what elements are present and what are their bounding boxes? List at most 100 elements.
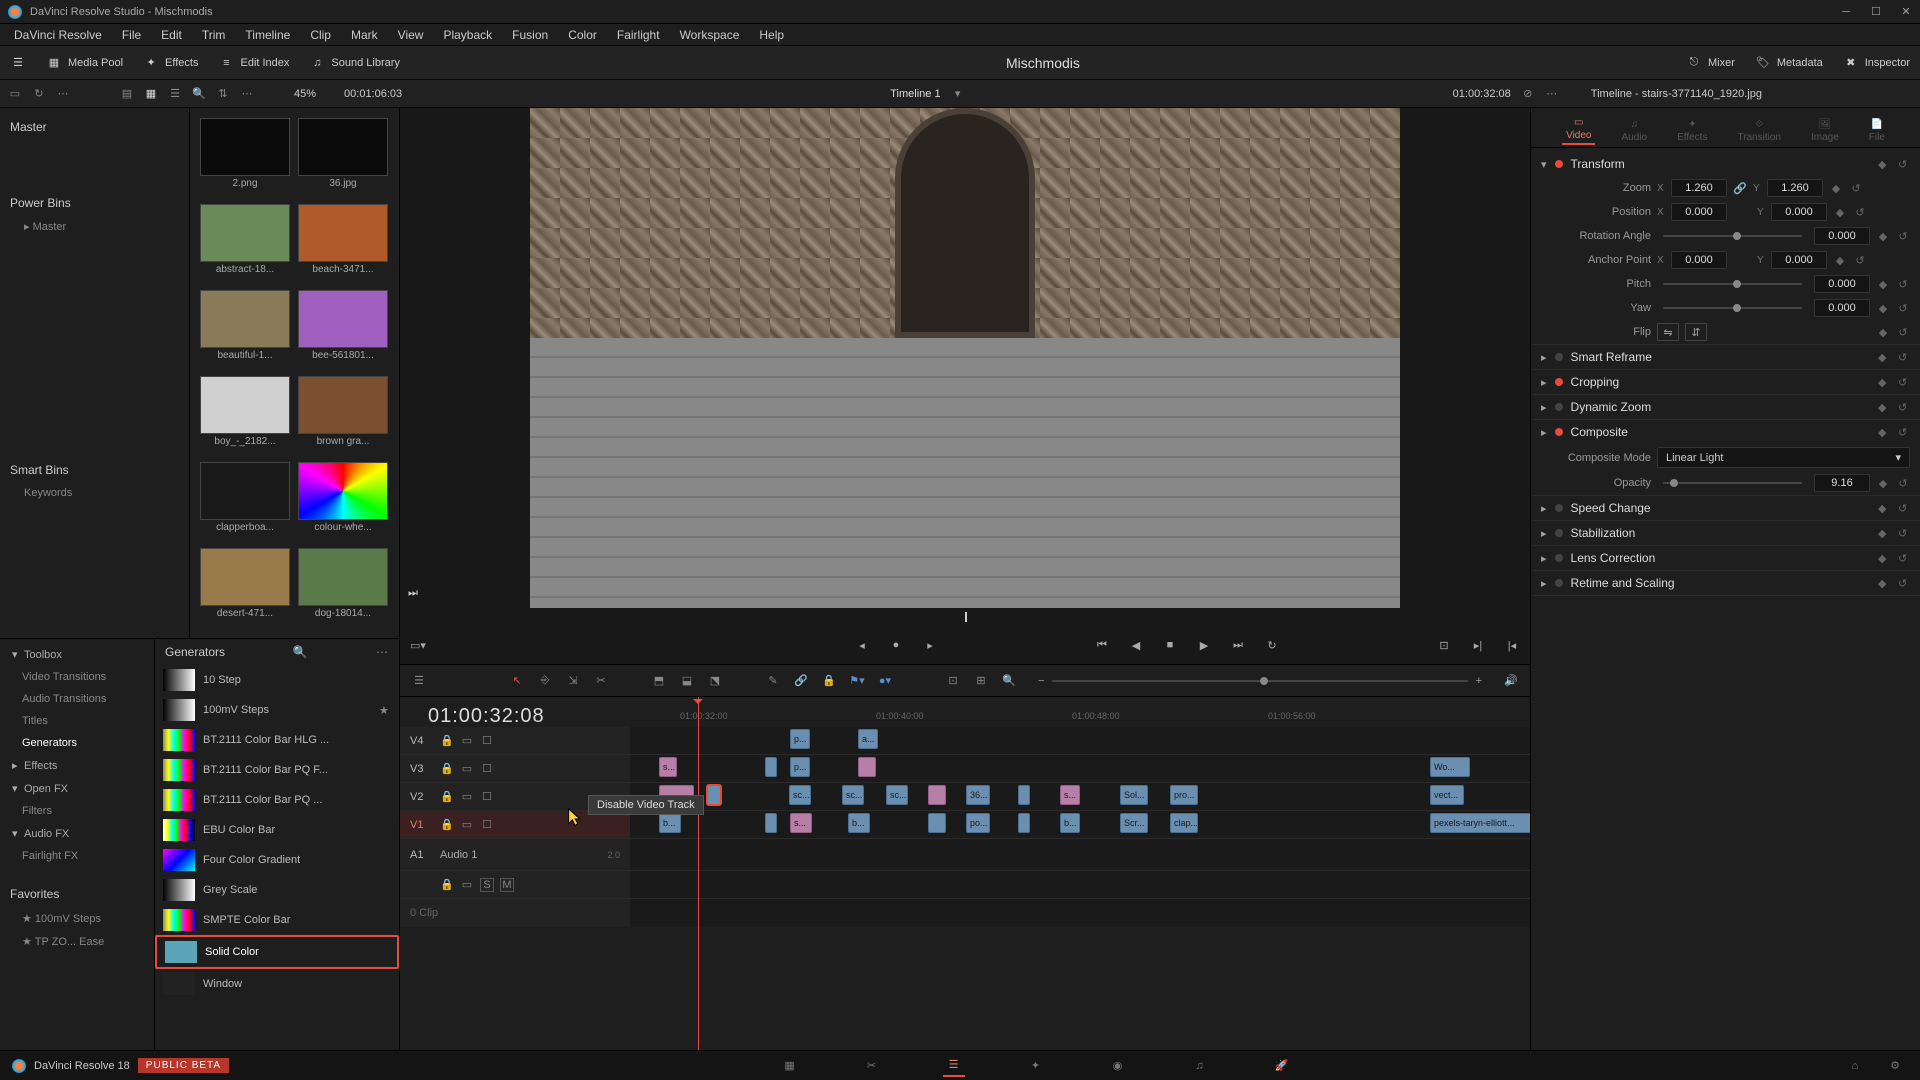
keyframe-icon[interactable]: ◆ bbox=[1878, 351, 1890, 363]
section-header[interactable]: ▸Stabilization◆↺ bbox=[1531, 521, 1920, 545]
generator-item[interactable]: Four Color Gradient bbox=[155, 845, 399, 875]
clip[interactable]: sc... bbox=[789, 785, 811, 805]
section-header[interactable]: ▸Dynamic Zoom◆↺ bbox=[1531, 395, 1920, 419]
section-header[interactable]: ▸Composite◆↺ bbox=[1531, 420, 1920, 444]
keyframe-icon[interactable]: ◆ bbox=[1876, 229, 1890, 243]
generator-item[interactable]: Solid Color bbox=[155, 935, 399, 969]
first-frame-button[interactable]: ⏮ bbox=[1094, 637, 1110, 653]
auto-select-icon[interactable]: ▭ bbox=[460, 790, 474, 804]
prev-edit-icon[interactable]: ◂ bbox=[854, 637, 870, 653]
chevron-down-icon[interactable]: ▾ bbox=[951, 87, 965, 101]
thumbnail[interactable]: desert-471... bbox=[200, 548, 290, 628]
inspector-tab-transition[interactable]: ⟐Transition bbox=[1733, 117, 1785, 145]
fx-category[interactable]: ▾Audio FX bbox=[0, 822, 154, 845]
clip[interactable] bbox=[858, 757, 876, 777]
track-content[interactable]: sc...sc...sc...36...s...Sol...pro...vect… bbox=[630, 783, 1530, 810]
keyframe-icon[interactable]: ◆ bbox=[1878, 401, 1890, 413]
keyframe-icon[interactable]: ◆ bbox=[1878, 376, 1890, 388]
bin-view-icon[interactable]: ▭ bbox=[8, 87, 22, 101]
pitch-input[interactable]: 0.000 bbox=[1814, 275, 1870, 293]
mixer-button[interactable]: ⎋Mixer bbox=[1676, 51, 1745, 75]
keyframe-icon[interactable]: ◆ bbox=[1878, 158, 1890, 170]
effects-button[interactable]: ✦Effects bbox=[133, 51, 208, 75]
clip[interactable]: vect... bbox=[1430, 785, 1464, 805]
section-header[interactable]: ▸Smart Reframe◆↺ bbox=[1531, 345, 1920, 369]
reload-icon[interactable]: ↻ bbox=[32, 87, 46, 101]
timeline-tc[interactable]: 01:00:32:08 bbox=[1453, 88, 1511, 100]
auto-select-icon[interactable]: ▭ bbox=[460, 734, 474, 748]
favorite-item[interactable]: ★ 100mV Steps bbox=[0, 907, 154, 930]
reset-icon[interactable]: ↺ bbox=[1898, 552, 1910, 564]
reset-icon[interactable]: ↺ bbox=[1896, 277, 1910, 291]
clip[interactable]: b... bbox=[848, 813, 870, 833]
thumbnail[interactable]: bee-561801... bbox=[298, 290, 388, 370]
link-icon[interactable]: 🔗 bbox=[792, 672, 810, 690]
clip[interactable]: s... bbox=[659, 757, 677, 777]
clip[interactable]: p... bbox=[790, 757, 810, 777]
thumbnail[interactable]: dog-18014... bbox=[298, 548, 388, 628]
generator-item[interactable]: 100mV Steps★ bbox=[155, 695, 399, 725]
lock-icon[interactable]: 🔒 bbox=[440, 818, 454, 832]
reset-icon[interactable]: ↺ bbox=[1849, 181, 1863, 195]
smart-bin-keywords[interactable]: Keywords bbox=[0, 483, 189, 503]
list-view-icon[interactable]: ▤ bbox=[120, 87, 134, 101]
deliver-page-button[interactable]: 🚀 bbox=[1271, 1055, 1293, 1077]
star-icon[interactable]: ★ bbox=[379, 704, 391, 717]
edit-index-button[interactable]: ≡Edit Index bbox=[208, 51, 299, 75]
reset-icon[interactable]: ↺ bbox=[1898, 527, 1910, 539]
menu-davinci-resolve[interactable]: DaVinci Resolve bbox=[6, 26, 110, 44]
timeline-ruler[interactable]: 01:00:32:0001:00:40:0001:00:48:0001:00:5… bbox=[630, 701, 1530, 723]
thumbnail[interactable]: 2.png bbox=[200, 118, 290, 198]
clip[interactable]: sc... bbox=[842, 785, 864, 805]
enable-dot-icon[interactable] bbox=[1555, 529, 1563, 537]
trim-tool[interactable]: ⎆ bbox=[536, 672, 554, 690]
lock-icon[interactable]: 🔒 bbox=[440, 734, 454, 748]
disable-track-icon[interactable]: ☐ bbox=[480, 734, 494, 748]
thumbnail[interactable]: colour-whe... bbox=[298, 462, 388, 542]
reset-icon[interactable]: ↺ bbox=[1898, 577, 1910, 589]
last-frame-button[interactable]: ⏭ bbox=[1230, 637, 1246, 653]
search-icon[interactable]: 🔍 bbox=[192, 87, 206, 101]
zoom-out-button[interactable]: − bbox=[1038, 675, 1044, 687]
clip[interactable]: po... bbox=[966, 813, 990, 833]
generator-item[interactable]: BT.2111 Color Bar PQ F... bbox=[155, 755, 399, 785]
step-forward-icon[interactable]: ▸| bbox=[1470, 637, 1486, 653]
menu-playback[interactable]: Playback bbox=[435, 26, 500, 44]
auto-select-icon[interactable]: ▭ bbox=[460, 878, 474, 892]
fx-subcategory[interactable]: Generators bbox=[0, 732, 154, 754]
track-header[interactable]: V3🔒▭☐ bbox=[400, 755, 630, 782]
thumbnail[interactable]: brown gra... bbox=[298, 376, 388, 456]
marker-color-icon[interactable]: ●▾ bbox=[876, 672, 894, 690]
track-content[interactable] bbox=[630, 839, 1530, 870]
menu-fusion[interactable]: Fusion bbox=[504, 26, 556, 44]
clip[interactable] bbox=[1018, 785, 1030, 805]
menu-view[interactable]: View bbox=[390, 26, 432, 44]
viewer-tc[interactable]: 00:01:06:03 bbox=[344, 88, 402, 100]
keyframe-icon[interactable]: ◆ bbox=[1876, 277, 1890, 291]
menu-help[interactable]: Help bbox=[751, 26, 792, 44]
link-icon[interactable]: 🔗 bbox=[1733, 181, 1747, 195]
menu-fairlight[interactable]: Fairlight bbox=[609, 26, 668, 44]
section-header[interactable]: ▸Retime and Scaling◆↺ bbox=[1531, 571, 1920, 595]
menu-mark[interactable]: Mark bbox=[343, 26, 386, 44]
master-bin[interactable]: Master bbox=[0, 114, 189, 140]
media-pool-button[interactable]: ▦Media Pool bbox=[36, 51, 133, 75]
reset-icon[interactable]: ↺ bbox=[1853, 253, 1867, 267]
auto-select-icon[interactable]: ▭ bbox=[460, 818, 474, 832]
keyframe-icon[interactable]: ◆ bbox=[1878, 577, 1890, 589]
viewer-scrubber[interactable] bbox=[400, 608, 1530, 626]
section-header[interactable]: ▸Lens Correction◆↺ bbox=[1531, 546, 1920, 570]
lock-icon[interactable]: 🔒 bbox=[440, 878, 454, 892]
pos-y-input[interactable]: 0.000 bbox=[1771, 203, 1827, 221]
track-header[interactable]: V4🔒▭☐ bbox=[400, 727, 630, 754]
anchor-y-input[interactable]: 0.000 bbox=[1771, 251, 1827, 269]
inspector-tab-image[interactable]: 🖼Image bbox=[1807, 117, 1843, 145]
zoom-fit-icon[interactable]: ⊡ bbox=[944, 672, 962, 690]
playhead[interactable] bbox=[698, 697, 699, 1050]
edit-page-button[interactable]: ☰ bbox=[943, 1055, 965, 1077]
track-header[interactable]: A1Audio 12.0 bbox=[400, 839, 630, 870]
transform-header[interactable]: ▾ Transform ◆ ↺ bbox=[1531, 152, 1920, 176]
hamburger-button[interactable]: ☰ bbox=[0, 51, 36, 75]
timeline-view-icon[interactable]: ☰ bbox=[410, 672, 428, 690]
loop-button[interactable]: ↻ bbox=[1264, 637, 1280, 653]
